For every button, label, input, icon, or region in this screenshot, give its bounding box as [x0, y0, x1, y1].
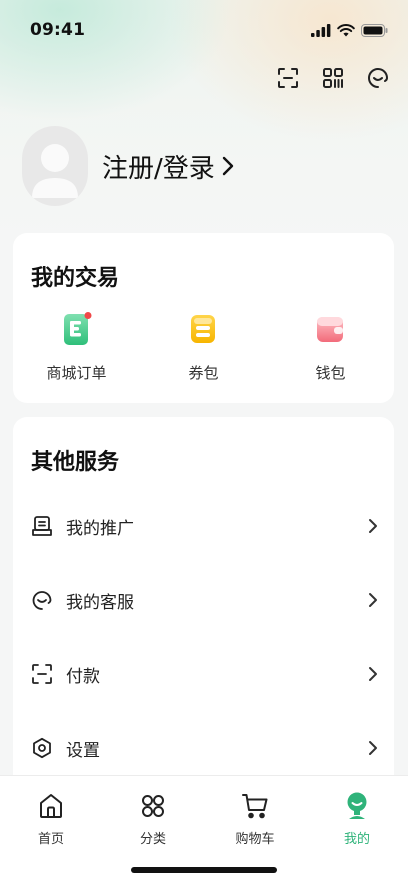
- service-row-settings[interactable]: 设置: [13, 711, 394, 785]
- trade-item-label: 券包: [188, 364, 219, 382]
- other-services-card: 其他服务 我的推广 我的客服 付款 设置: [13, 417, 394, 797]
- wallet-icon: [317, 317, 344, 342]
- scan-button[interactable]: [276, 64, 300, 92]
- login-register-link[interactable]: 注册/登录: [102, 148, 235, 185]
- battery-icon: [361, 24, 388, 37]
- chevron-right-icon: [369, 741, 377, 755]
- tab-cart[interactable]: 购物车: [204, 791, 306, 847]
- status-time: 09:41: [30, 20, 86, 40]
- wifi-icon: [337, 24, 355, 37]
- tab-label: 首页: [37, 832, 64, 847]
- tab-profile[interactable]: 我的: [306, 791, 408, 847]
- qrcode-button[interactable]: [321, 64, 345, 92]
- trade-item-label: 商城订单: [46, 364, 107, 382]
- home-icon: [40, 794, 62, 818]
- trade-item-orders[interactable]: 商城订单: [13, 311, 140, 383]
- signal-icon: [311, 24, 331, 37]
- trade-card-title: 我的交易: [31, 266, 120, 291]
- trade-item-coupons[interactable]: 券包: [140, 311, 267, 383]
- promotion-icon: [32, 516, 52, 536]
- service-row-customer-service[interactable]: 我的客服: [13, 563, 394, 637]
- qrcode-icon: [323, 68, 343, 88]
- login-register-text: 注册/登录: [102, 153, 215, 184]
- tab-category[interactable]: 分类: [102, 791, 204, 847]
- trade-item-label: 钱包: [315, 364, 346, 382]
- chevron-right-icon: [369, 593, 377, 607]
- avatar[interactable]: [22, 126, 88, 206]
- top-actions: [276, 64, 390, 92]
- service-label: 我的推广: [66, 518, 134, 539]
- services-card-title: 其他服务: [31, 450, 120, 475]
- my-trade-card: 我的交易 商城订单 券包 钱包: [13, 233, 394, 403]
- profile-icon: [347, 792, 367, 819]
- status-icons: [311, 24, 388, 37]
- settings-icon: [33, 737, 51, 759]
- category-icon: [142, 795, 164, 817]
- tab-label: 我的: [343, 832, 370, 847]
- trade-items: 商城订单 券包 钱包: [13, 311, 394, 383]
- profile-section: 注册/登录: [22, 126, 235, 206]
- service-label: 我的客服: [66, 592, 134, 613]
- status-bar: 09:41: [0, 0, 408, 60]
- service-label: 设置: [66, 740, 100, 761]
- customer-service-icon: [32, 591, 52, 610]
- trade-item-wallet[interactable]: 钱包: [267, 311, 394, 383]
- chevron-right-icon: [369, 667, 377, 681]
- service-row-payment[interactable]: 付款: [13, 637, 394, 711]
- order-icon: [64, 312, 92, 345]
- tab-home[interactable]: 首页: [0, 791, 102, 847]
- tab-label: 分类: [139, 832, 166, 847]
- scan-pay-icon: [32, 664, 52, 684]
- home-indicator: [131, 867, 277, 873]
- service-row-promotion[interactable]: 我的推广: [13, 489, 394, 563]
- chevron-right-icon: [222, 156, 233, 176]
- services-list: 我的推广 我的客服 付款 设置: [13, 489, 394, 785]
- default-avatar-icon: [32, 144, 78, 198]
- service-label: 付款: [66, 666, 100, 687]
- coupon-icon: [191, 315, 216, 343]
- cart-icon: [242, 794, 268, 819]
- customer-service-button[interactable]: [366, 64, 390, 92]
- tab-label: 购物车: [235, 832, 275, 847]
- chevron-right-icon: [369, 519, 377, 533]
- scan-icon: [278, 68, 298, 88]
- customer-service-icon: [368, 68, 389, 88]
